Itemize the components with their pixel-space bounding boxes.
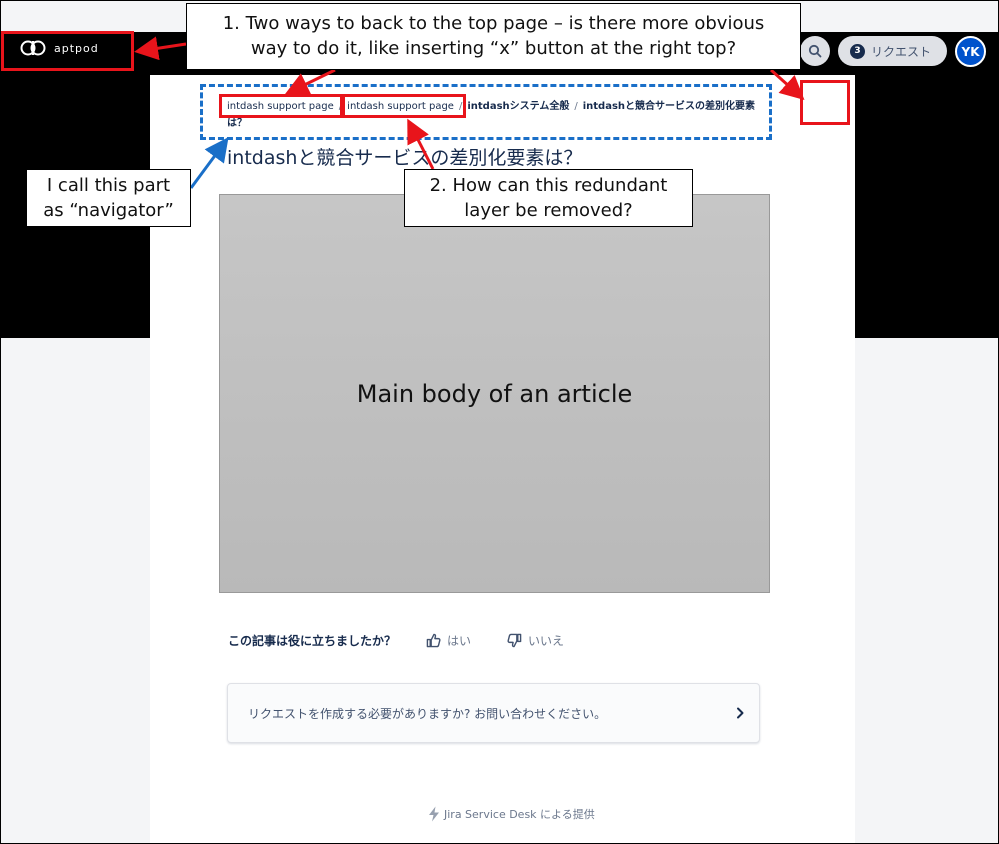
callout-2-line-1: 2. How can this redundant	[429, 175, 668, 196]
annotation-callout-3: I call this part as “navigator”	[26, 169, 191, 227]
callout-3-line-1: I call this part	[46, 175, 171, 196]
callout-3-line-2: as “navigator”	[43, 200, 174, 221]
annotation-callout-1: 1. Two ways to back to the top page – is…	[186, 3, 801, 70]
annotation-arrows	[134, 36, 805, 189]
callout-1-line-2: way to do it, like inserting “x” button …	[250, 38, 737, 59]
callout-2-line-2: layer be removed?	[464, 200, 633, 221]
annotation-callout-2: 2. How can this redundant layer be remov…	[404, 169, 693, 227]
callout-1-line-1: 1. Two ways to back to the top page – is…	[222, 13, 765, 34]
